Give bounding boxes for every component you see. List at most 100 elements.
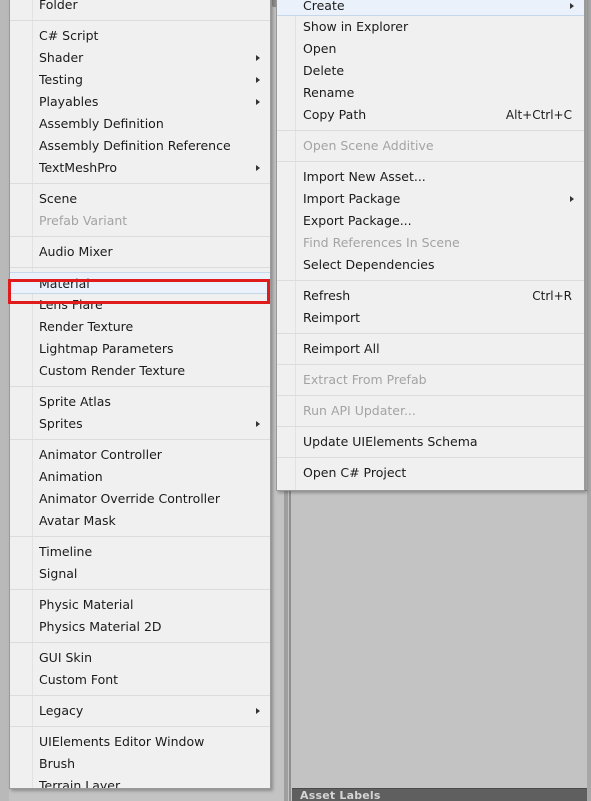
asset-menu-item-show-in-explorer[interactable]: Show in Explorer — [277, 16, 584, 38]
asset-menu-item-update-uielements-schema[interactable]: Update UIElements Schema — [277, 431, 584, 453]
create-menu-item-lightmap-parameters[interactable]: Lightmap Parameters — [10, 338, 270, 360]
create-menu-item-timeline[interactable]: Timeline — [10, 541, 270, 563]
create-menu-item-avatar-mask[interactable]: Avatar Mask — [10, 510, 270, 532]
create-menu-item-prefab-variant: Prefab Variant — [10, 210, 270, 232]
menu-item-label: Terrain Layer — [39, 778, 121, 789]
asset-menu-item-copy-path[interactable]: Copy Path Alt+Ctrl+C — [277, 104, 584, 126]
asset-context-menu-panel[interactable]: Create Show in Explorer Open Delete Rename Co… — [276, 0, 585, 491]
create-menu-item-animation[interactable]: Animation — [10, 466, 270, 488]
create-menu-item-sprite-atlas[interactable]: Sprite Atlas — [10, 391, 270, 413]
asset-menu-item-create[interactable]: Create — [277, 0, 584, 16]
menu-item-label: Open — [303, 41, 337, 56]
menu-item-label: Extract From Prefab — [303, 372, 427, 387]
menu-item-label: Reimport All — [303, 341, 380, 356]
menu-item-label: Playables — [39, 94, 99, 109]
menu-item-label: Lens Flare — [39, 297, 103, 312]
chevron-right-icon — [570, 3, 574, 9]
chevron-right-icon — [256, 708, 260, 714]
create-menu-item-folder[interactable]: Folder — [10, 0, 270, 16]
create-menu-item-sprites[interactable]: Sprites — [10, 413, 270, 435]
menu-item-label: Import New Asset... — [303, 169, 426, 184]
asset-menu-item-delete[interactable]: Delete — [277, 60, 584, 82]
menu-item-label: Delete — [303, 63, 345, 78]
create-menu-item-uielements-editor-window[interactable]: UIElements Editor Window — [10, 731, 270, 753]
asset-menu-item-import-package[interactable]: Import Package — [277, 188, 584, 210]
menu-item-label: Sprites — [39, 416, 83, 431]
menu-item-label: Rename — [303, 85, 355, 100]
create-menu-item-scene[interactable]: Scene — [10, 188, 270, 210]
create-menu-item-physic-material[interactable]: Physic Material — [10, 594, 270, 616]
menu-item-label: Physic Material — [39, 597, 134, 612]
create-menu-item-testing[interactable]: Testing — [10, 69, 270, 91]
asset-labels-header[interactable]: Asset Labels — [292, 788, 587, 801]
asset-menu-item-rename[interactable]: Rename — [277, 82, 584, 104]
menu-item-label: Testing — [39, 72, 83, 87]
menu-item-label: Avatar Mask — [39, 513, 116, 528]
menu-item-label: Animator Override Controller — [39, 491, 220, 506]
menu-item-label: Open C# Project — [303, 465, 407, 480]
create-menu-item-audio-mixer[interactable]: Audio Mixer — [10, 241, 270, 263]
menu-item-label: Audio Mixer — [39, 244, 113, 259]
create-menu-item-custom-font[interactable]: Custom Font — [10, 669, 270, 691]
chevron-right-icon — [256, 165, 260, 171]
menu-item-label: Reimport — [303, 310, 361, 325]
create-menu-item-custom-render-texture[interactable]: Custom Render Texture — [10, 360, 270, 382]
menu-item-label: Material — [39, 276, 90, 291]
menu-item-label: Render Texture — [39, 319, 134, 334]
menu-item-label: Lightmap Parameters — [39, 341, 174, 356]
menu-item-label: Legacy — [39, 703, 84, 718]
menu-item-label: Folder — [39, 0, 78, 12]
menu-item-label: Brush — [39, 756, 76, 771]
create-menu-item-assembly-definition[interactable]: Assembly Definition — [10, 113, 270, 135]
create-submenu-panel[interactable]: Folder C# Script Shader Testing Playables Ass… — [9, 0, 271, 789]
menu-item-shortcut: Ctrl+R — [532, 289, 572, 303]
create-menu-item-csharp-script[interactable]: C# Script — [10, 25, 270, 47]
menu-item-label: Show in Explorer — [303, 19, 409, 34]
menu-item-label: Refresh — [303, 288, 351, 303]
menu-item-label: Find References In Scene — [303, 235, 460, 250]
create-menu-item-terrain-layer[interactable]: Terrain Layer — [10, 775, 270, 789]
menu-item-label: Signal — [39, 566, 78, 581]
create-menu-item-physics-material-2d[interactable]: Physics Material 2D — [10, 616, 270, 638]
create-menu-item-animator-override-controller[interactable]: Animator Override Controller — [10, 488, 270, 510]
asset-menu-item-select-dependencies[interactable]: Select Dependencies — [277, 254, 584, 276]
asset-menu-item-run-api-updater: Run API Updater... — [277, 400, 584, 422]
chevron-right-icon — [256, 77, 260, 83]
menu-item-label: Animator Controller — [39, 447, 162, 462]
create-menu-item-animator-controller[interactable]: Animator Controller — [10, 444, 270, 466]
menu-item-label: Update UIElements Schema — [303, 434, 478, 449]
editor-left-strip — [0, 0, 9, 801]
asset-menu-item-export-package[interactable]: Export Package... — [277, 210, 584, 232]
chevron-right-icon — [570, 196, 574, 202]
create-menu-item-render-texture[interactable]: Render Texture — [10, 316, 270, 338]
asset-menu-item-extract-from-prefab: Extract From Prefab — [277, 369, 584, 391]
menu-item-label: Prefab Variant — [39, 213, 128, 228]
menu-item-label: Animation — [39, 469, 103, 484]
asset-menu-item-reimport[interactable]: Reimport — [277, 307, 584, 329]
menu-item-label: Sprite Atlas — [39, 394, 111, 409]
create-menu-item-shader[interactable]: Shader — [10, 47, 270, 69]
asset-menu-item-open-csharp-project[interactable]: Open C# Project — [277, 462, 584, 484]
menu-item-label: Export Package... — [303, 213, 412, 228]
menu-item-label: TextMeshPro — [39, 160, 118, 175]
asset-context-menu-items: Create Show in Explorer Open Delete Rename Co… — [277, 0, 584, 484]
create-menu-item-textmeshpro[interactable]: TextMeshPro — [10, 157, 270, 179]
asset-menu-item-import-new-asset[interactable]: Import New Asset... — [277, 166, 584, 188]
asset-menu-item-open[interactable]: Open — [277, 38, 584, 60]
create-submenu-items: Folder C# Script Shader Testing Playables Ass… — [10, 0, 270, 789]
menu-item-label: Create — [303, 0, 345, 13]
create-menu-item-signal[interactable]: Signal — [10, 563, 270, 585]
create-menu-item-legacy[interactable]: Legacy — [10, 700, 270, 722]
create-menu-item-gui-skin[interactable]: GUI Skin — [10, 647, 270, 669]
menu-item-label: Open Scene Additive — [303, 138, 434, 153]
menu-item-label: Physics Material 2D — [39, 619, 162, 634]
create-menu-item-lens-flare[interactable]: Lens Flare — [10, 294, 270, 316]
menu-item-label: Run API Updater... — [303, 403, 416, 418]
create-menu-item-brush[interactable]: Brush — [10, 753, 270, 775]
create-menu-item-assembly-definition-reference[interactable]: Assembly Definition Reference — [10, 135, 270, 157]
create-menu-item-material[interactable]: Material — [10, 272, 270, 294]
menu-item-label: Import Package — [303, 191, 401, 206]
asset-menu-item-refresh[interactable]: Refresh Ctrl+R — [277, 285, 584, 307]
create-menu-item-playables[interactable]: Playables — [10, 91, 270, 113]
asset-menu-item-reimport-all[interactable]: Reimport All — [277, 338, 584, 360]
